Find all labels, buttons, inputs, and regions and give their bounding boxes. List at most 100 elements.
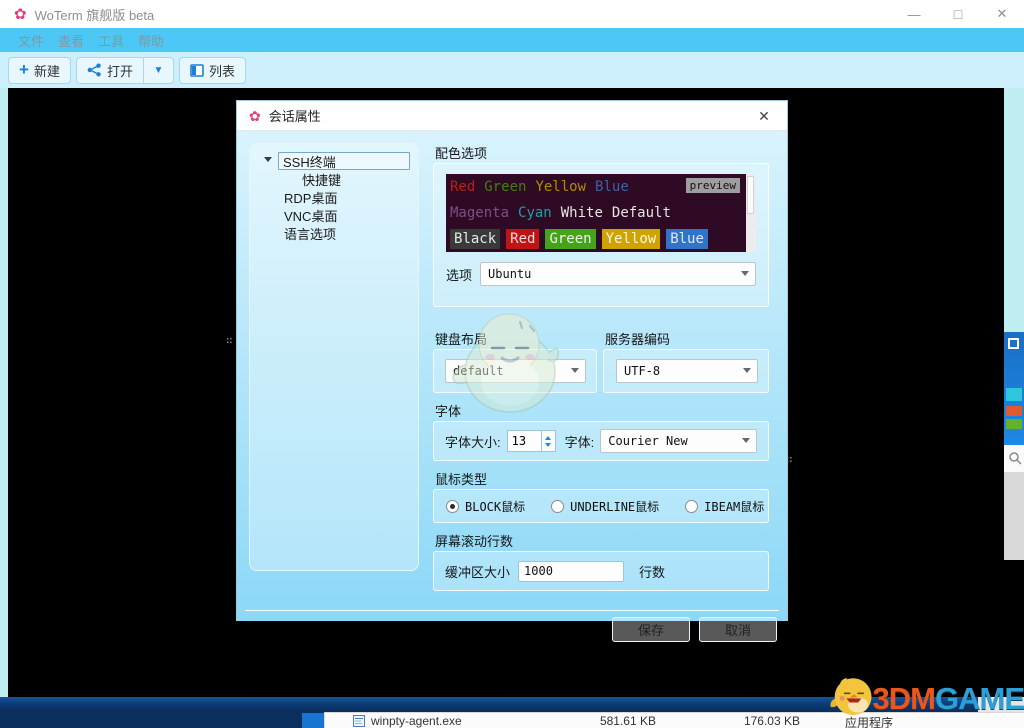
open-dropdown-button[interactable]: ▼	[144, 57, 174, 84]
font-family-value: Courier New	[608, 434, 687, 448]
file-size: 581.61 KB	[561, 714, 656, 728]
screen: ✿ WoTerm 旗舰版 beta — □ ✕ 文件 查看 工具 帮助 + 新建…	[0, 0, 1024, 728]
tree-item-rdp-desktop[interactable]: RDP桌面	[250, 188, 418, 206]
orange-block	[1006, 406, 1022, 416]
dialog-title: 会话属性	[269, 106, 321, 125]
file-name: winpty-agent.exe	[371, 714, 462, 728]
open-label: 打开	[107, 61, 133, 80]
green-block	[1006, 419, 1022, 429]
font-group: 字体大小: 字体: Courier New	[433, 421, 769, 461]
dialog-close-button[interactable]: ✕	[749, 101, 779, 131]
preview-token: White	[561, 205, 603, 221]
cancel-button[interactable]: 取消	[699, 617, 777, 642]
radio-icon[interactable]	[551, 500, 564, 513]
menubar: 文件 查看 工具 帮助	[0, 28, 1024, 52]
preview-token: Blue	[595, 179, 629, 195]
preview-block: Green	[545, 229, 595, 249]
new-session-button[interactable]: + 新建	[8, 57, 71, 84]
share-icon	[87, 63, 102, 77]
dialog-flower-icon: ✿	[249, 109, 261, 123]
background-blue-block	[302, 713, 324, 728]
font-family-label: 字体:	[565, 432, 595, 451]
color-scheme-value: Ubuntu	[488, 267, 531, 281]
tree-item-ssh-terminal[interactable]: SSH终端	[250, 152, 418, 170]
menu-help[interactable]: 帮助	[138, 31, 164, 50]
scrollbar-thumb[interactable]	[747, 176, 754, 214]
radio-underline-mouse[interactable]: UNDERLINE鼠标	[551, 498, 659, 515]
mouse-type-group: BLOCK鼠标 UNDERLINE鼠标 IBEAM鼠标	[433, 489, 769, 523]
open-button[interactable]: 打开	[76, 57, 144, 84]
scheme-option-label: 选项	[446, 265, 472, 284]
search-icon	[1008, 451, 1022, 465]
background-gray-strip	[1004, 472, 1024, 560]
font-size-input[interactable]	[507, 430, 541, 452]
settings-tree: SSH终端 快捷键 RDP桌面 VNC桌面 语言选项	[249, 143, 419, 571]
chevron-down-icon	[742, 438, 750, 443]
tree-item-vnc-desktop[interactable]: VNC桌面	[250, 206, 418, 224]
chevron-down-icon	[743, 368, 751, 373]
plus-icon: +	[19, 61, 29, 78]
preview-token: Magenta	[450, 205, 509, 221]
logo-game-text: GAME	[935, 681, 1024, 716]
minimize-button[interactable]: —	[892, 0, 936, 28]
terminal-color-preview: RedGreenYellowBlue MagentaCyanWhiteDefau…	[446, 174, 756, 252]
background-window-strip	[1004, 332, 1024, 445]
server-encoding-select[interactable]: UTF-8	[616, 359, 758, 383]
radio-block-mouse[interactable]: BLOCK鼠标	[446, 498, 525, 515]
radio-label: UNDERLINE鼠标	[570, 498, 659, 515]
app-flower-icon: ✿	[14, 7, 27, 22]
tree-item-language-options[interactable]: 语言选项	[250, 224, 418, 242]
tree-item-label: 语言选项	[284, 224, 336, 243]
radio-selected-icon[interactable]	[446, 500, 459, 513]
window-border-right	[1004, 88, 1024, 332]
tree-item-label: SSH终端	[283, 152, 336, 171]
font-size-spinner	[507, 430, 556, 452]
preview-token: Green	[484, 179, 526, 195]
keyboard-layout-group: default	[433, 349, 597, 393]
radio-label: BLOCK鼠标	[465, 498, 525, 515]
buffer-size-input[interactable]	[518, 561, 624, 582]
tree-item-selected: SSH终端	[278, 152, 410, 170]
splitter-grip-left[interactable]: ∷	[226, 334, 234, 347]
tree-expand-arrow-icon[interactable]	[264, 157, 272, 162]
spin-up-icon[interactable]	[545, 436, 551, 440]
preview-block: Yellow	[602, 229, 661, 249]
chevron-down-icon: ▼	[154, 65, 164, 76]
keyboard-layout-label: 键盘布局	[435, 329, 487, 348]
scrollback-label: 屏幕滚动行数	[435, 531, 513, 550]
menu-tools[interactable]: 工具	[98, 31, 124, 50]
tree-item-shortcut-keys[interactable]: 快捷键	[250, 170, 418, 188]
window-border-left	[0, 88, 8, 697]
dialog-separator	[245, 609, 779, 611]
cyan-block	[1006, 388, 1022, 401]
3dmgame-logo-text: 3DMGAME	[873, 683, 1024, 714]
preview-block: Black	[450, 229, 500, 249]
spinner-buttons[interactable]	[541, 430, 556, 452]
settings-content: 配色选项 RedGreenYellowBlue MagentaCyanWhite…	[433, 131, 769, 621]
preview-scrollbar[interactable]	[746, 174, 756, 252]
list-layout-icon	[190, 64, 204, 77]
session-properties-dialog: ✿ 会话属性 ✕ SSH终端 快捷键 RDP桌面 VNC桌面 语言选项 配色选项	[236, 100, 788, 621]
menu-view[interactable]: 查看	[58, 31, 84, 50]
menu-file[interactable]: 文件	[18, 31, 44, 50]
tree-item-label: RDP桌面	[284, 188, 337, 207]
3dmgame-watermark: 3DMGAME	[828, 662, 1024, 728]
maximize-button[interactable]: □	[936, 0, 980, 28]
chevron-down-icon	[741, 271, 749, 276]
keyboard-layout-select[interactable]: default	[445, 359, 586, 383]
checkbox-outline-icon	[1008, 338, 1019, 349]
list-label: 列表	[209, 61, 235, 80]
radio-ibeam-mouse[interactable]: IBEAM鼠标	[685, 498, 764, 515]
list-view-button[interactable]: 列表	[179, 57, 246, 84]
radio-icon[interactable]	[685, 500, 698, 513]
spin-down-icon[interactable]	[545, 443, 551, 447]
executable-file-icon	[353, 715, 365, 727]
font-family-select[interactable]: Courier New	[600, 429, 757, 453]
color-scheme-select[interactable]: Ubuntu	[480, 262, 756, 286]
tree-item-label: 快捷键	[302, 170, 341, 189]
toolbar: + 新建 打开 ▼ 列表	[0, 52, 1024, 88]
color-options-group: RedGreenYellowBlue MagentaCyanWhiteDefau…	[433, 163, 769, 307]
dialog-titlebar: ✿ 会话属性 ✕	[237, 101, 787, 131]
save-button[interactable]: 保存	[612, 617, 690, 642]
close-button[interactable]: ✕	[980, 0, 1024, 28]
